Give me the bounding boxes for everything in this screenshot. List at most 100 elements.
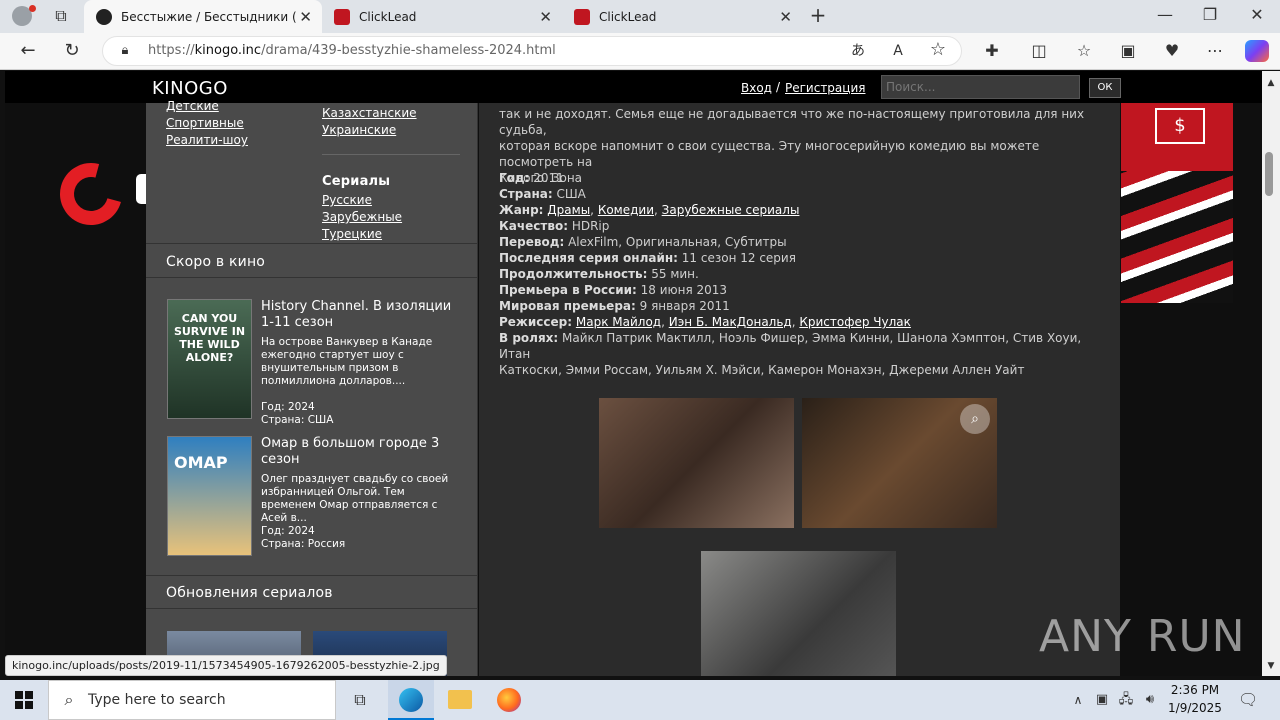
status-bar-url: kinogo.inc/uploads/posts/2019-11/1573454… <box>5 655 447 676</box>
close-tab-icon[interactable]: ✕ <box>779 8 792 26</box>
poster-omar[interactable]: ОМАР <box>167 436 252 556</box>
tray-chevron-icon[interactable]: ∧ <box>1070 690 1086 710</box>
director-link[interactable]: Кристофер Чулак <box>799 315 911 329</box>
section-divider <box>146 575 478 576</box>
movie-title-link[interactable]: History Channel. В изоляции 1-11 сезон <box>261 299 461 331</box>
updates-heading: Обновления сериалов <box>166 585 333 601</box>
movie-country: Страна: Россия <box>261 538 346 550</box>
notifications-icon[interactable]: 🗨︎ <box>1238 690 1258 710</box>
scrollbar-thumb[interactable] <box>1265 152 1273 196</box>
movie-year: Год: 2024 <box>261 525 315 537</box>
movie-description: Олег празднует свадьбу со своей избранни… <box>261 473 449 524</box>
tab-title: Бесстыжие / Бесстыдники (2011 <box>121 9 297 24</box>
more-menu-icon[interactable]: ⋯ <box>1205 41 1225 61</box>
category-link[interactable]: Украинские <box>322 123 396 137</box>
clicklead-favicon-icon <box>574 8 590 25</box>
file-explorer-icon[interactable] <box>448 690 472 709</box>
taskbar-search-text: Type here to search <box>88 692 226 708</box>
minimize-icon[interactable]: — <box>1155 5 1175 25</box>
section-divider <box>146 277 478 278</box>
clicklead-bg-logo-letter <box>136 174 146 204</box>
series-link[interactable]: Турецкие <box>322 227 382 241</box>
collections-icon[interactable]: ▣ <box>1118 41 1138 61</box>
section-divider <box>146 243 478 244</box>
category-list-left: Детские Спортивные Реалити-шоу <box>166 97 248 148</box>
firefox-icon[interactable] <box>497 688 521 712</box>
close-window-icon[interactable]: ✕ <box>1247 5 1267 25</box>
windows-start-icon[interactable] <box>15 691 33 709</box>
movie-title-link[interactable]: Омар в большом городе 3 сезон <box>261 436 461 468</box>
search-icon: ⌕ <box>64 690 74 709</box>
director-link[interactable]: Марк Майлод <box>576 315 661 329</box>
network-icon[interactable]: 🖧︎ <box>1118 690 1134 710</box>
site-search-button[interactable]: ОК <box>1089 78 1121 98</box>
tray-device-icon[interactable]: ▣ <box>1094 690 1110 710</box>
director-link[interactable]: Иэн Б. МакДональд <box>669 315 792 329</box>
lock-icon[interactable]: 🔒︎ <box>116 41 134 61</box>
browser-essentials-icon[interactable]: ♥ <box>1162 41 1182 61</box>
volume-icon[interactable]: 🔊︎ <box>1142 690 1158 710</box>
category-link[interactable]: Казахстанские <box>322 106 417 120</box>
movie-country: Страна: США <box>261 414 334 426</box>
description-line: которая вскоре напомнит о свои существа.… <box>499 139 1040 169</box>
tab-active[interactable]: Бесстыжие / Бесстыдники (2011 ✕ <box>84 0 322 33</box>
series-link[interactable]: Зарубежные <box>322 210 402 224</box>
url-text: https://kinogo.inc/drama/439-besstyzhie-… <box>148 43 556 58</box>
kinogo-favicon-icon <box>96 8 112 25</box>
clock-time[interactable]: 2:36 PM <box>1170 683 1220 697</box>
laptop-dollar-icon: $ <box>1155 108 1205 144</box>
site-logo[interactable]: KINOGO <box>152 78 228 99</box>
copilot-icon[interactable] <box>1245 40 1269 62</box>
refresh-icon[interactable]: ↻ <box>62 41 82 61</box>
scroll-down-icon[interactable]: ▼ <box>1262 656 1280 676</box>
favorite-star-icon[interactable]: ☆ <box>928 40 948 60</box>
category-divider <box>322 154 460 155</box>
translate-icon[interactable]: あ <box>848 41 868 61</box>
split-screen-icon[interactable]: ◫ <box>1029 41 1049 61</box>
genre-link[interactable]: Драмы <box>547 203 590 217</box>
genre-link[interactable]: Комедии <box>598 203 654 217</box>
tab-clicklead-2[interactable]: ClickLead ✕ <box>562 0 802 33</box>
poster-text: CAN YOU SURVIVE IN THE WILD ALONE? <box>173 312 246 364</box>
category-link[interactable]: Реалити-шоу <box>166 133 248 147</box>
page-viewport: KINOGO Вход / Регистрация ОК Детские Спо… <box>5 71 1273 676</box>
tab-clicklead-1[interactable]: ClickLead ✕ <box>322 0 562 33</box>
series-list: Русские Зарубежные Турецкие <box>322 191 402 242</box>
favorites-icon[interactable]: ☆ <box>1074 41 1094 61</box>
anyrun-watermark: ANY RUN <box>1039 611 1246 662</box>
tab-title: ClickLead <box>359 9 417 24</box>
restore-icon[interactable]: ❐ <box>1200 5 1220 25</box>
movie-year: Год: 2024 <box>261 401 315 413</box>
login-link[interactable]: Вход <box>741 81 772 95</box>
visual-search-icon[interactable]: ⌕ <box>960 404 990 434</box>
series-link[interactable]: Русские <box>322 193 372 207</box>
clicklead-favicon-icon <box>334 8 350 25</box>
read-aloud-icon[interactable]: A <box>888 41 908 61</box>
extensions-icon[interactable]: ✚ <box>982 41 1002 61</box>
register-link[interactable]: Регистрация <box>785 81 865 95</box>
tab-actions-icon[interactable]: ⧉ <box>51 6 71 26</box>
category-link[interactable]: Детские <box>166 99 219 113</box>
screenshot-thumb-1[interactable] <box>599 398 794 528</box>
close-tab-icon[interactable]: ✕ <box>299 8 312 26</box>
ad-graphic <box>1121 171 1233 303</box>
scroll-up-icon[interactable]: ▲ <box>1262 73 1280 93</box>
notification-dot-icon <box>29 5 36 12</box>
close-tab-icon[interactable]: ✕ <box>539 8 552 26</box>
category-list-right: Казахстанские Украинские <box>322 104 417 138</box>
site-search-input[interactable] <box>881 75 1080 99</box>
clicklead-bg-logo-icon <box>48 151 134 237</box>
category-link[interactable]: Спортивные <box>166 116 244 130</box>
back-icon[interactable]: ← <box>18 41 38 61</box>
login-separator: / <box>776 80 781 94</box>
movie-info: Год: 2011 Страна: США Жанр: Драмы, Комед… <box>499 171 1082 377</box>
movie-description: На острове Ванкувер в Канаде ежегодно ст… <box>261 336 433 387</box>
poster-survive-alone[interactable]: CAN YOU SURVIVE IN THE WILD ALONE? <box>167 299 252 419</box>
screenshot-thumb-3[interactable] <box>701 551 896 676</box>
tab-title: ClickLead <box>599 9 657 24</box>
section-divider <box>146 608 478 609</box>
task-view-icon[interactable]: ⧉ <box>350 690 370 710</box>
new-tab-icon[interactable]: + <box>808 5 828 25</box>
genre-link[interactable]: Зарубежные сериалы <box>662 203 800 217</box>
clock-date[interactable]: 1/9/2025 <box>1165 701 1225 715</box>
